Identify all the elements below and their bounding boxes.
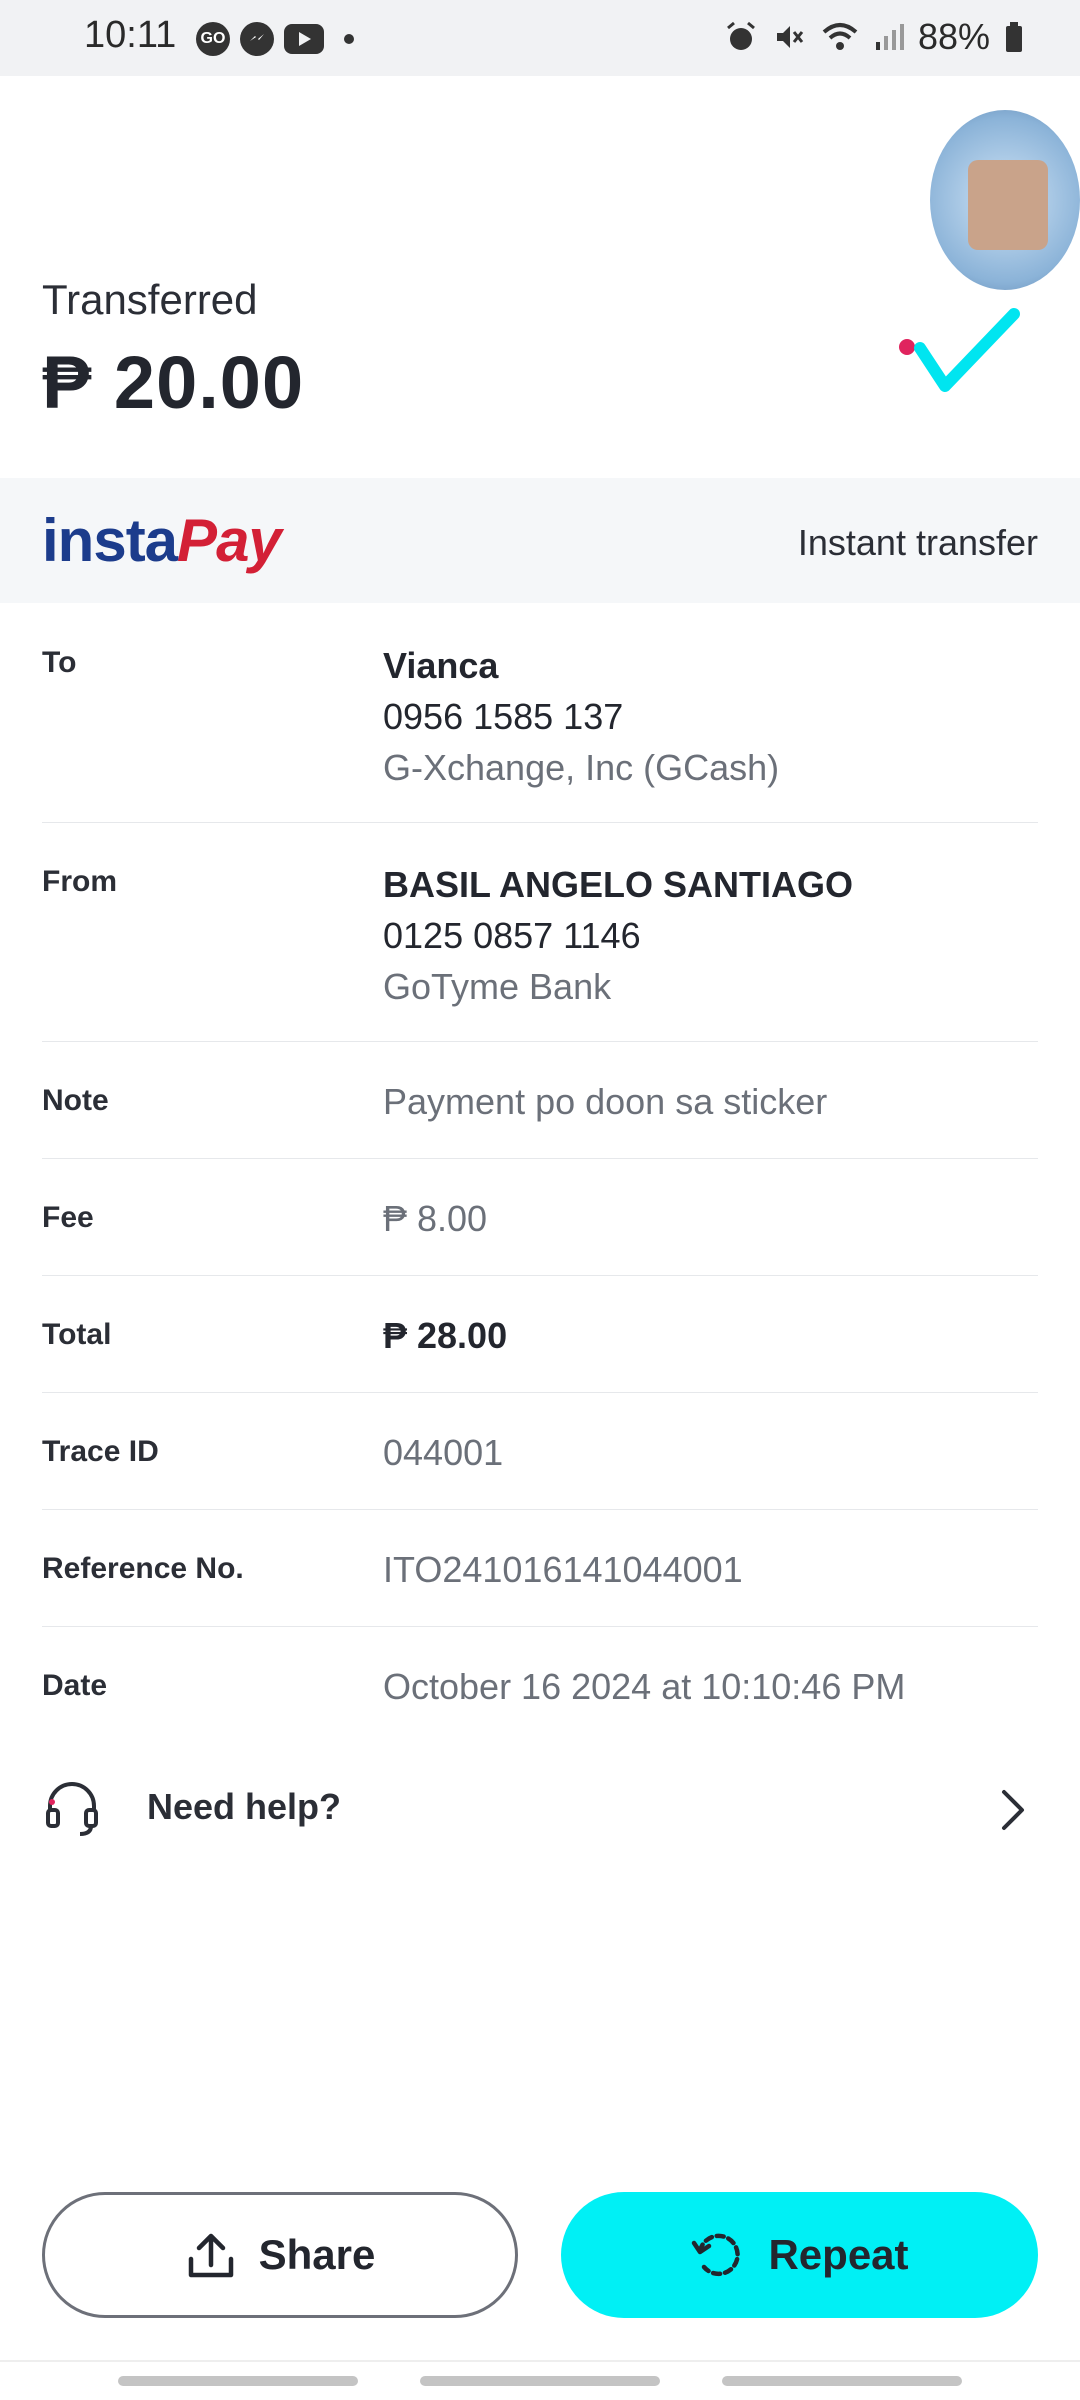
detail-row-note: Note Payment po doon sa sticker — [42, 1042, 1038, 1159]
total-label: Total — [42, 1318, 112, 1351]
wifi-icon — [822, 23, 858, 50]
to-label: To — [42, 646, 77, 679]
battery-text: 88% — [917, 16, 990, 57]
detail-row-date: Date October 16 2024 at 10:10:46 PM — [42, 1627, 1038, 1744]
repeat-icon — [692, 2233, 741, 2277]
date-value: October 16 2024 at 10:10:46 PM — [383, 1666, 906, 1707]
instapay-logo: instaPay — [42, 507, 282, 574]
system-nav-bar — [0, 2360, 1080, 2400]
note-value: Payment po doon sa sticker — [383, 1081, 828, 1122]
transfer-type: Instant transfer — [797, 522, 1038, 563]
share-label: Share — [258, 2231, 376, 2278]
system-icons: 88% — [724, 16, 1024, 58]
trace-id-value: 044001 — [383, 1432, 504, 1473]
from-value: BASIL ANGELO SANTIAGO 0125 0857 1146 GoT… — [383, 859, 853, 1012]
profile-photo — [968, 160, 1048, 250]
recipient-bank: G-Xchange, Inc (GCash) — [383, 747, 780, 788]
nav-back[interactable] — [722, 2376, 962, 2386]
detail-row-from: From BASIL ANGELO SANTIAGO 0125 0857 114… — [42, 823, 1038, 1042]
fee-value: ₱ 8.00 — [383, 1198, 488, 1239]
repeat-button[interactable]: Repeat — [561, 2192, 1038, 2318]
chevron-right-icon — [1002, 1790, 1024, 1830]
reference-value: ITO241016141044001 — [383, 1549, 743, 1590]
from-label: From — [42, 865, 117, 898]
transfer-amount: ₱ 20.00 — [42, 341, 305, 424]
need-help-row[interactable]: Need help? — [42, 1770, 1038, 1846]
detail-row-to: To Vianca 0956 1585 137 G-Xchange, Inc (… — [42, 604, 1038, 823]
messenger-icon — [240, 22, 274, 56]
sender-bank: GoTyme Bank — [383, 966, 612, 1007]
headset-icon — [46, 1782, 98, 1836]
status-time: 10:11 — [84, 14, 177, 56]
battery-icon — [1006, 22, 1022, 52]
note-label: Note — [42, 1084, 109, 1117]
trace-id-label: Trace ID — [42, 1435, 159, 1468]
nav-recent-apps[interactable] — [118, 2376, 358, 2386]
status-bar: 10:11 GO 88% — [0, 0, 1080, 76]
mute-icon — [776, 26, 804, 48]
detail-row-reference: Reference No. ITO241016141044001 — [42, 1510, 1038, 1627]
dot-icon — [344, 34, 354, 44]
fee-label: Fee — [42, 1201, 94, 1234]
share-upload-icon — [188, 2233, 233, 2278]
detail-row-total: Total ₱ 28.00 — [42, 1276, 1038, 1393]
youtube-icon — [284, 24, 324, 54]
date-label: Date — [42, 1669, 108, 1702]
go-icon: GO — [196, 22, 230, 56]
to-value: Vianca 0956 1585 137 G-Xchange, Inc (GCa… — [383, 640, 779, 793]
total-value: ₱ 28.00 — [383, 1315, 508, 1356]
need-help-label: Need help? — [147, 1786, 342, 1827]
notification-icons: GO — [196, 22, 354, 56]
check-icon — [890, 300, 1030, 400]
sender-account: 0125 0857 1146 — [383, 915, 641, 956]
share-button[interactable]: Share — [42, 2192, 518, 2318]
alarm-icon — [726, 21, 755, 50]
repeat-label: Repeat — [768, 2231, 909, 2278]
nav-home[interactable] — [420, 2376, 660, 2386]
recipient-account: 0956 1585 137 — [383, 696, 624, 737]
transfer-status-label: Transferred — [42, 276, 258, 323]
detail-row-fee: Fee ₱ 8.00 — [42, 1159, 1038, 1276]
signal-icon — [875, 24, 904, 50]
recipient-name: Vianca — [383, 645, 499, 686]
profile-badge-image — [930, 110, 1080, 290]
reference-label: Reference No. — [42, 1552, 244, 1585]
detail-row-trace-id: Trace ID 044001 — [42, 1393, 1038, 1510]
sender-name: BASIL ANGELO SANTIAGO — [383, 864, 854, 905]
provider-band: instaPay Instant transfer — [0, 478, 1080, 603]
